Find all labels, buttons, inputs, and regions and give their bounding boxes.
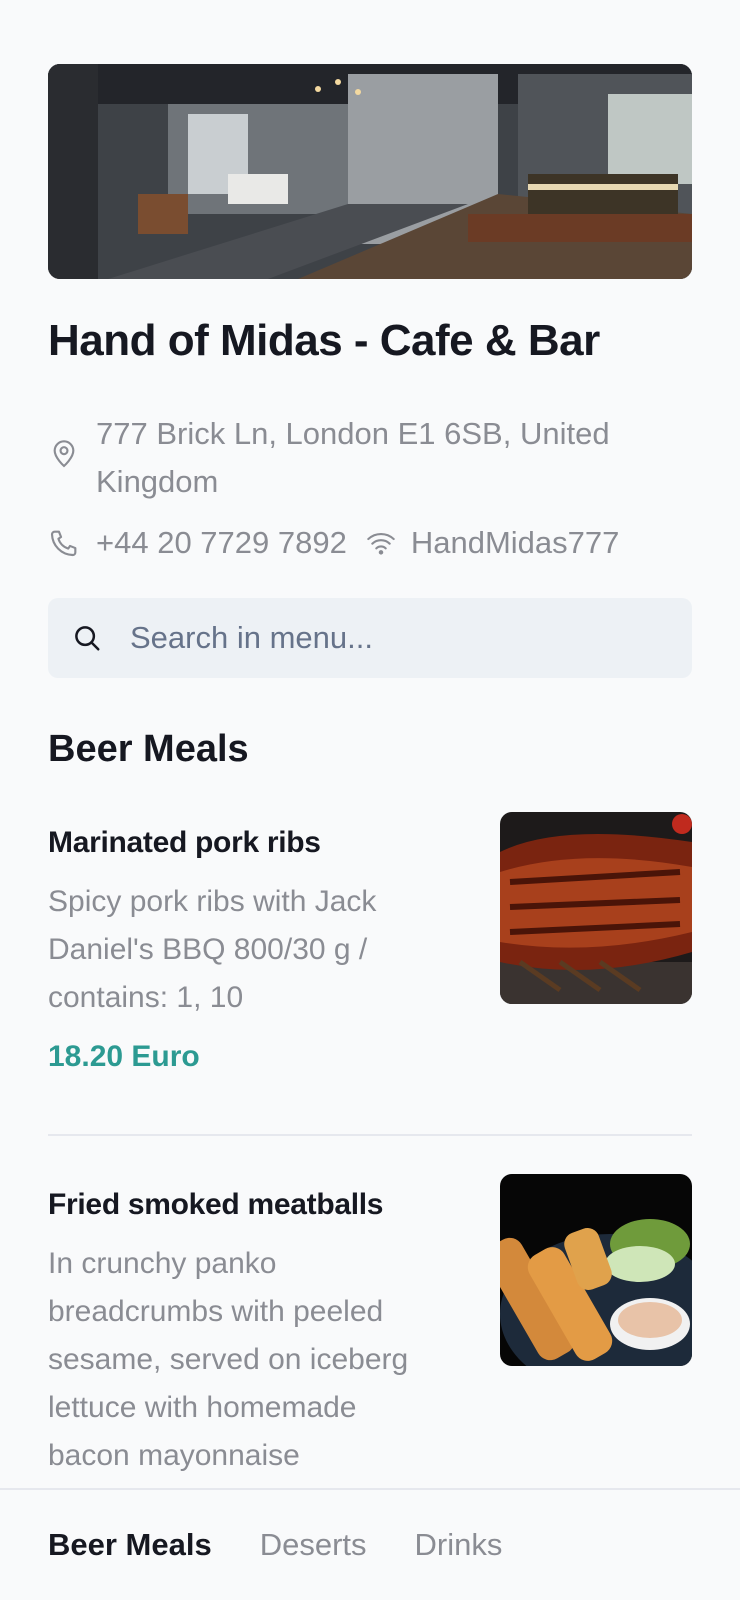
item-description: In crunchy panko breadcrumbs with peeled… [48, 1247, 409, 1472]
item-divider [48, 1134, 692, 1136]
tab-deserts[interactable]: Deserts [260, 1527, 367, 1563]
menu-item-meatballs[interactable]: Fried smoked meatballs In crunchy panko … [48, 1174, 692, 1480]
menu-item-pork-ribs[interactable]: Marinated pork ribs Spicy pork ribs with… [48, 812, 692, 1074]
venue-address[interactable]: 777 Brick Ln, London E1 6SB, United King… [48, 410, 668, 506]
item-image [500, 812, 692, 1004]
location-pin-icon [53, 440, 75, 468]
contact-row: +44 20 7729 7892 HandMidas777 [48, 520, 619, 566]
menu-page: Hand of Midas - Cafe & Bar 777 Brick Ln,… [0, 0, 740, 1600]
venue-cover-image [48, 64, 692, 279]
tab-drinks[interactable]: Drinks [415, 1527, 503, 1563]
search-icon [75, 626, 100, 651]
address-text: 777 Brick Ln, London E1 6SB, United King… [96, 416, 610, 499]
menu-search-bar[interactable] [48, 598, 692, 678]
item-description: Spicy pork ribs with Jack Daniel's BBQ 8… [48, 885, 377, 1014]
wifi-password[interactable]: HandMidas777 [411, 520, 620, 566]
item-price: 18.20 Euro [48, 1040, 200, 1073]
tab-beer-meals[interactable]: Beer Meals [48, 1527, 212, 1563]
phone-icon [50, 530, 77, 557]
phone-number[interactable]: +44 20 7729 7892 [96, 520, 347, 566]
section-title: Beer Meals [48, 728, 249, 770]
category-tabs: Beer Meals Deserts Drinks [0, 1488, 740, 1600]
wifi-icon [367, 532, 395, 555]
search-input[interactable] [130, 620, 670, 656]
venue-name: Hand of Midas - Cafe & Bar [48, 316, 600, 365]
item-image [500, 1174, 692, 1366]
